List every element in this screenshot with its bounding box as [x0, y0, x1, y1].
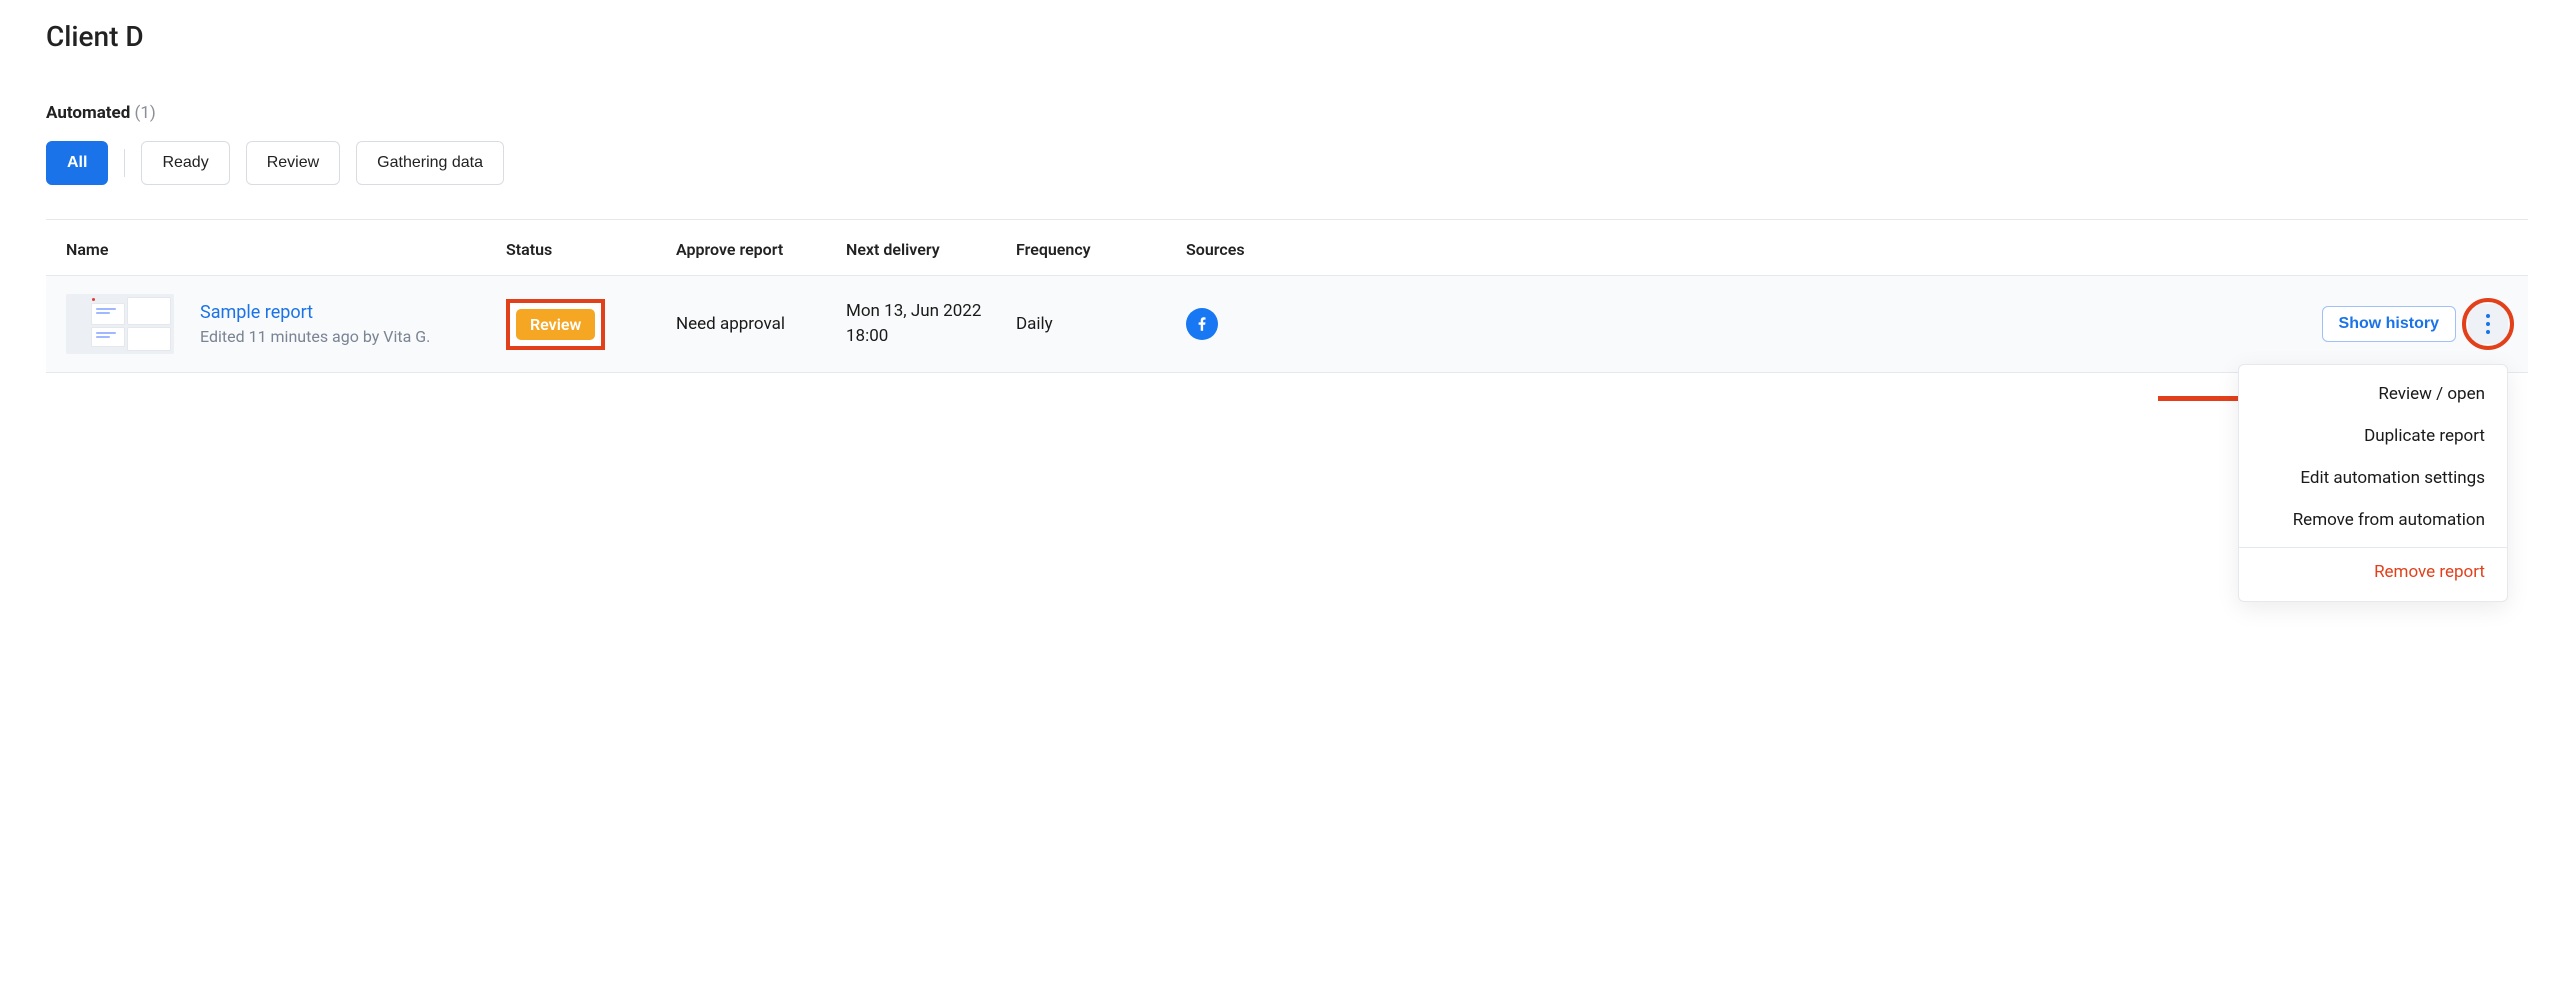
name-cell: Sample report Edited 11 minutes ago by V…	[66, 294, 506, 354]
sources-cell	[1186, 308, 1386, 340]
filter-all-button[interactable]: All	[46, 141, 108, 185]
status-highlight-annotation: Review	[506, 299, 605, 350]
th-status: Status	[506, 240, 676, 259]
filter-divider	[124, 149, 125, 177]
facebook-icon	[1186, 308, 1218, 340]
report-edited-meta: Edited 11 minutes ago by Vita G.	[200, 327, 430, 346]
section-heading: Automated (1)	[46, 103, 2528, 123]
table-row: Sample report Edited 11 minutes ago by V…	[46, 276, 2528, 373]
menu-review-open[interactable]: Review / open	[2239, 373, 2507, 415]
actions-dropdown: Review / open Duplicate report Edit auto…	[2238, 364, 2508, 602]
page-title: Client D	[46, 20, 2528, 53]
th-name: Name	[66, 240, 506, 259]
menu-duplicate[interactable]: Duplicate report	[2239, 415, 2507, 457]
approve-cell: Need approval	[676, 314, 846, 334]
menu-remove-automation[interactable]: Remove from automation	[2239, 499, 2507, 541]
next-delivery-cell: Mon 13, Jun 2022 18:00	[846, 299, 1016, 350]
th-sources: Sources	[1186, 240, 1386, 259]
actions-cell: Show history Review / open Duplicate rep…	[1386, 304, 2508, 344]
filter-review-button[interactable]: Review	[246, 141, 340, 185]
menu-remove-report[interactable]: Remove report	[2239, 547, 2507, 593]
menu-edit-settings[interactable]: Edit automation settings	[2239, 457, 2507, 499]
table-header-row: Name Status Approve report Next delivery…	[46, 220, 2528, 276]
status-badge[interactable]: Review	[516, 309, 595, 340]
reports-table: Name Status Approve report Next delivery…	[46, 219, 2528, 373]
status-cell: Review	[506, 299, 676, 350]
filter-ready-button[interactable]: Ready	[141, 141, 229, 185]
kebab-icon	[2486, 314, 2490, 334]
th-freq: Frequency	[1016, 240, 1186, 259]
section-count: (1)	[135, 103, 156, 123]
report-thumbnail[interactable]	[66, 294, 174, 354]
th-approve: Approve report	[676, 240, 846, 259]
show-history-button[interactable]: Show history	[2322, 306, 2456, 342]
th-actions	[1386, 240, 2508, 259]
report-name-link[interactable]: Sample report	[200, 302, 430, 323]
filter-gathering-button[interactable]: Gathering data	[356, 141, 504, 185]
th-next: Next delivery	[846, 240, 1016, 259]
next-delivery-date: Mon 13, Jun 2022	[846, 299, 1016, 325]
filter-bar: All Ready Review Gathering data	[46, 141, 2528, 185]
next-delivery-time: 18:00	[846, 324, 1016, 350]
section-label-text: Automated	[46, 103, 130, 123]
more-actions-button[interactable]	[2468, 304, 2508, 344]
frequency-cell: Daily	[1016, 314, 1186, 334]
